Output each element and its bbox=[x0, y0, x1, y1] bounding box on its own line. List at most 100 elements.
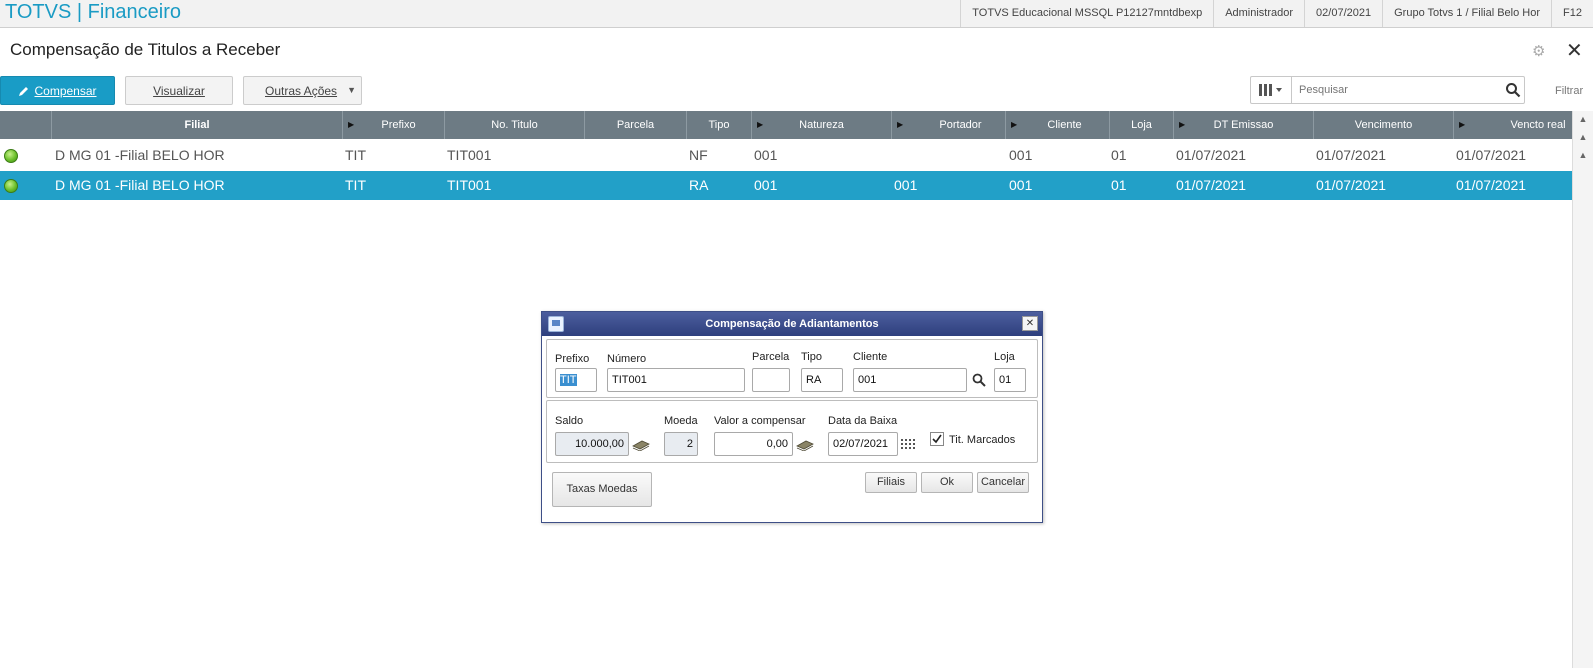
session-info: TOTVS Educacional MSSQL P12127mntdbexp A… bbox=[960, 0, 1593, 27]
column-header-status[interactable] bbox=[0, 111, 52, 139]
cliente-search-icon[interactable] bbox=[972, 373, 986, 387]
cell-prefixo: TIT bbox=[345, 177, 366, 193]
search-input[interactable] bbox=[1297, 80, 1487, 100]
column-header-vencto-real[interactable]: ▶ Vencto real bbox=[1454, 111, 1572, 139]
ok-button[interactable]: Ok bbox=[921, 472, 973, 493]
saldo-field[interactable]: 10.000,00 bbox=[555, 432, 629, 456]
filter-link[interactable]: Filtrar bbox=[1555, 85, 1583, 97]
parcela-field[interactable] bbox=[752, 368, 790, 392]
numero-field[interactable]: TIT001 bbox=[607, 368, 745, 392]
calendar-icon[interactable] bbox=[901, 439, 917, 451]
loja-label: Loja bbox=[994, 351, 1015, 363]
loja-field[interactable]: 01 bbox=[994, 368, 1026, 392]
cell-emissao: 01/07/2021 bbox=[1176, 147, 1247, 163]
data-baixa-field[interactable]: 02/07/2021 bbox=[828, 432, 898, 456]
compensacao-dialog: Compensação de Adiantamentos ✕ Prefixo N… bbox=[541, 311, 1043, 523]
column-header-emissao[interactable]: ▶ DT Emissao bbox=[1174, 111, 1314, 139]
column-header-natureza[interactable]: ▶ Natureza bbox=[752, 111, 892, 139]
numero-label: Número bbox=[607, 353, 647, 365]
cell-loja: 01 bbox=[1111, 177, 1127, 193]
outras-acoes-button[interactable]: Outras Ações ▼ bbox=[243, 76, 362, 105]
cell-portador: 001 bbox=[894, 177, 918, 193]
column-header-prefixo[interactable]: ▶ Prefixo bbox=[343, 111, 445, 139]
status-legend-icon bbox=[4, 179, 18, 193]
close-icon[interactable]: ✕ bbox=[1566, 38, 1583, 63]
valor-label: Valor a compensar bbox=[714, 415, 806, 427]
compensar-label: Compensar bbox=[34, 83, 97, 98]
scroll-top-icon[interactable]: ▲ bbox=[1573, 113, 1593, 125]
cell-vencimento: 01/07/2021 bbox=[1316, 177, 1387, 193]
cell-natureza: 001 bbox=[754, 177, 778, 193]
taxas-moedas-button[interactable]: Taxas Moedas bbox=[552, 472, 652, 507]
user-label[interactable]: Administrador bbox=[1213, 0, 1304, 27]
sort-arrow-icon: ▶ bbox=[1459, 120, 1466, 129]
dialog-close-button[interactable]: ✕ bbox=[1022, 316, 1038, 331]
column-label: Prefixo bbox=[381, 119, 416, 131]
top-bar: TOTVS | Financeiro TOTVS Educacional MSS… bbox=[0, 0, 1593, 28]
prefixo-field[interactable]: TIT bbox=[555, 368, 597, 392]
column-label: Natureza bbox=[799, 119, 844, 131]
cell-tipo: NF bbox=[689, 147, 708, 163]
column-header-tipo[interactable]: Tipo bbox=[687, 111, 752, 139]
scroll-up-icon[interactable]: ▲ bbox=[1573, 149, 1593, 161]
status-legend-icon bbox=[4, 149, 18, 163]
column-header-filial[interactable]: Filial bbox=[52, 111, 343, 139]
outras-acoes-label: Outras Ações bbox=[265, 83, 338, 98]
column-label: DT Emissao bbox=[1213, 119, 1274, 131]
sort-arrow-icon: ▶ bbox=[1011, 120, 1018, 129]
cell-numero: TIT001 bbox=[447, 177, 492, 193]
column-label: Vencto real bbox=[1510, 119, 1566, 131]
cell-natureza: 001 bbox=[754, 147, 778, 163]
table-row-selected[interactable]: D MG 01 -Filial BELO HOR TIT TIT001 RA 0… bbox=[0, 171, 1572, 200]
filiais-button[interactable]: Filiais bbox=[865, 472, 917, 493]
cell-prefixo: TIT bbox=[345, 147, 366, 163]
cell-cliente: 001 bbox=[1009, 177, 1033, 193]
column-header-loja[interactable]: Loja bbox=[1110, 111, 1174, 139]
saldo-label: Saldo bbox=[555, 415, 584, 427]
visualizar-button[interactable]: Visualizar bbox=[125, 76, 233, 105]
column-header-vencimento[interactable]: Vencimento bbox=[1314, 111, 1454, 139]
branch-label[interactable]: Grupo Totvs 1 / Filial Belo Hor bbox=[1382, 0, 1551, 27]
settings-gear-icon[interactable]: ⚙ bbox=[1532, 42, 1545, 60]
tipo-label: Tipo bbox=[801, 351, 822, 363]
dialog-title-bar[interactable]: Compensação de Adiantamentos ✕ bbox=[542, 312, 1042, 336]
sort-arrow-icon: ▶ bbox=[897, 120, 904, 129]
parcela-label: Parcela bbox=[752, 351, 790, 363]
moeda-label: Moeda bbox=[664, 415, 698, 427]
cliente-field[interactable]: 001 bbox=[853, 368, 967, 392]
money-icon[interactable] bbox=[632, 439, 650, 451]
page-title: Compensação de Titulos a Receber bbox=[10, 40, 281, 59]
valores-group: Saldo Moeda Valor a compensar Data da Ba… bbox=[546, 400, 1038, 463]
column-header-cliente[interactable]: ▶ Cliente bbox=[1006, 111, 1110, 139]
scroll-page-up-icon[interactable]: ▲ bbox=[1573, 131, 1593, 143]
grid-scrollbar[interactable]: ▲ ▲ ▲ bbox=[1572, 111, 1593, 668]
visualizar-label: Visualizar bbox=[153, 83, 205, 98]
shortcut-label[interactable]: F12 bbox=[1551, 0, 1593, 27]
cell-numero: TIT001 bbox=[447, 147, 492, 163]
valor-compensar-field[interactable]: 0,00 bbox=[714, 432, 793, 456]
tit-marcados-checkbox[interactable] bbox=[930, 432, 944, 446]
cell-emissao: 01/07/2021 bbox=[1176, 177, 1247, 193]
cell-filial: D MG 01 -Filial BELO HOR bbox=[55, 147, 225, 163]
column-header-numero[interactable]: No. Titulo bbox=[445, 111, 585, 139]
table-row[interactable]: D MG 01 -Filial BELO HOR TIT TIT001 NF 0… bbox=[0, 141, 1572, 170]
cell-filial: D MG 01 -Filial BELO HOR bbox=[55, 177, 225, 193]
column-header-parcela[interactable]: Parcela bbox=[585, 111, 687, 139]
data-baixa-label: Data da Baixa bbox=[828, 415, 898, 427]
column-header-portador[interactable]: ▶ Portador bbox=[892, 111, 1006, 139]
cancelar-button[interactable]: Cancelar bbox=[977, 472, 1029, 493]
money-icon[interactable] bbox=[796, 439, 814, 451]
cliente-label: Cliente bbox=[853, 351, 888, 363]
moeda-field[interactable]: 2 bbox=[664, 432, 698, 456]
date-label[interactable]: 02/07/2021 bbox=[1304, 0, 1382, 27]
tipo-field[interactable]: RA bbox=[801, 368, 843, 392]
search-box bbox=[1250, 76, 1525, 104]
cell-vencto-real: 01/07/2021 bbox=[1456, 147, 1527, 163]
compensar-button[interactable]: Compensar bbox=[0, 76, 115, 105]
environment-label[interactable]: TOTVS Educacional MSSQL P12127mntdbexp bbox=[960, 0, 1213, 27]
column-selector-icon[interactable] bbox=[1251, 77, 1292, 103]
sort-arrow-icon: ▶ bbox=[348, 120, 355, 129]
cell-vencimento: 01/07/2021 bbox=[1316, 147, 1387, 163]
dropdown-arrow-icon: ▼ bbox=[347, 85, 356, 95]
search-icon[interactable] bbox=[1505, 82, 1521, 98]
